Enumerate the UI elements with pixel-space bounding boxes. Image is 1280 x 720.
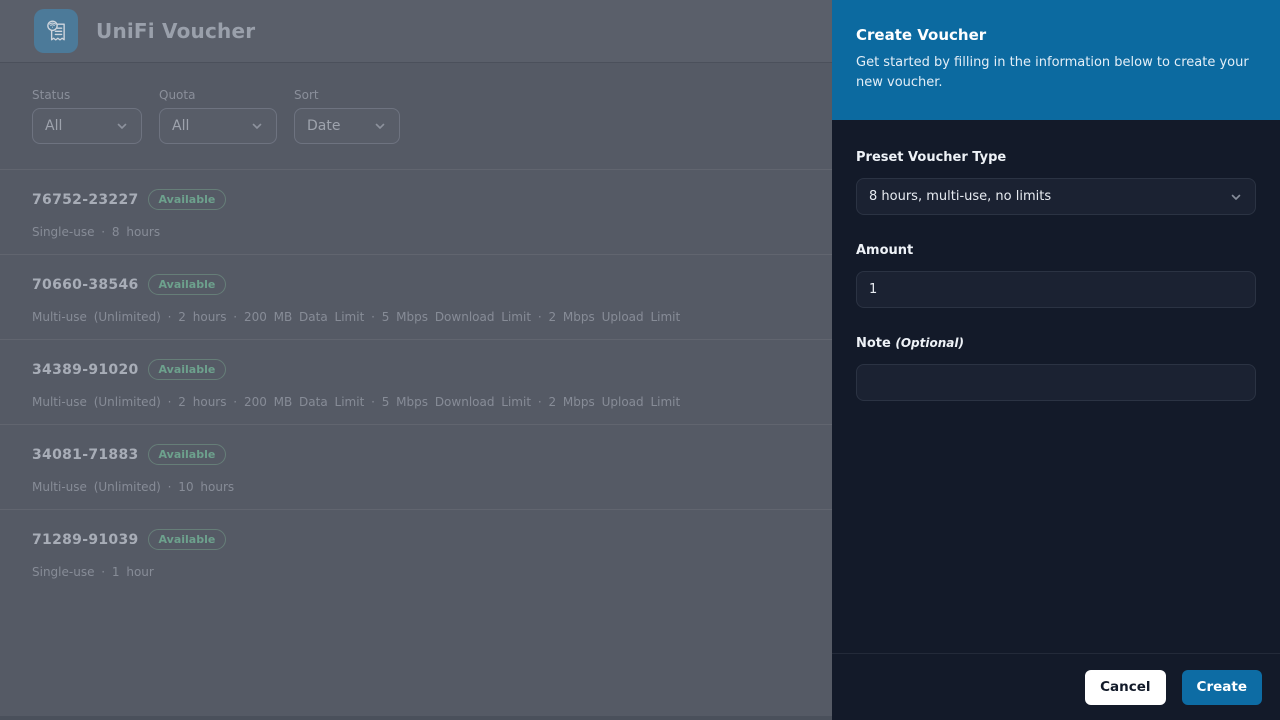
drawer-subtitle: Get started by filling in the informatio… (856, 53, 1254, 93)
drawer-backdrop[interactable] (0, 0, 832, 720)
preset-field: Preset Voucher Type 8 hours, multi-use, … (856, 150, 1256, 215)
cancel-button[interactable]: Cancel (1085, 670, 1165, 705)
create-button[interactable]: Create (1182, 670, 1262, 705)
drawer-footer: Cancel Create (832, 653, 1280, 720)
create-voucher-drawer: Create Voucher Get started by filling in… (832, 0, 1280, 720)
note-optional-tag: (Optional) (895, 336, 964, 350)
preset-label: Preset Voucher Type (856, 150, 1256, 165)
drawer-header: Create Voucher Get started by filling in… (832, 0, 1280, 120)
amount-label: Amount (856, 243, 1256, 258)
note-field: Note (Optional) (856, 336, 1256, 401)
chevron-down-icon (1229, 190, 1243, 204)
drawer-body: Preset Voucher Type 8 hours, multi-use, … (832, 120, 1280, 653)
preset-selected-value: 8 hours, multi-use, no limits (869, 189, 1051, 204)
amount-input[interactable] (856, 271, 1256, 308)
preset-voucher-type-select[interactable]: 8 hours, multi-use, no limits (856, 178, 1256, 215)
amount-field: Amount (856, 243, 1256, 308)
note-input[interactable] (856, 364, 1256, 401)
note-label-text: Note (856, 336, 891, 351)
note-label: Note (Optional) (856, 336, 1256, 351)
drawer-title: Create Voucher (856, 26, 1256, 44)
